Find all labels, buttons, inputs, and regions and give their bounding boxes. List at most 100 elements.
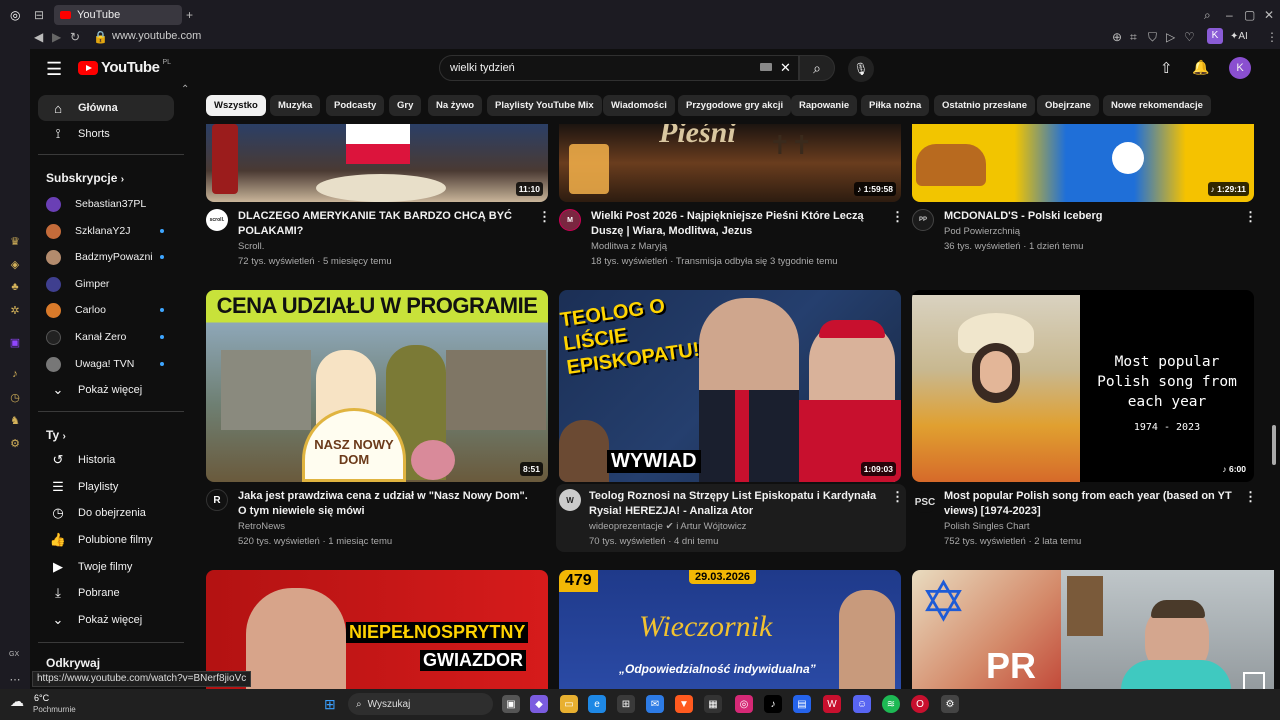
- nav-liked[interactable]: 👍 Polubione filmy: [38, 527, 174, 553]
- sub-item[interactable]: Uwaga! TVN: [38, 351, 174, 377]
- channel-avatar[interactable]: R: [206, 489, 228, 511]
- nav-shorts[interactable]: ⟟ Shorts: [38, 121, 174, 147]
- sub-item[interactable]: Carloo: [38, 297, 174, 323]
- channel-name[interactable]: Modlitwa z Maryją: [591, 239, 667, 254]
- chip[interactable]: Wszystko: [206, 95, 266, 116]
- voice-search-button[interactable]: 🎙: [848, 56, 874, 82]
- more-icon[interactable]: ⋮: [1266, 30, 1278, 44]
- steam-icon[interactable]: ⚙: [941, 695, 959, 713]
- video-title[interactable]: DLACZEGO AMERYKANIE TAK BARDZO CHCĄ BYĆ …: [238, 209, 528, 239]
- twitch-icon[interactable]: ▣: [8, 336, 22, 350]
- address-bar[interactable]: www.youtube.com: [112, 30, 201, 42]
- video-thumbnail[interactable]: TEOLOG O LIŚCIE EPISKOPATU! WYWIAD 1:09:…: [559, 290, 901, 482]
- play-icon[interactable]: ▷: [1166, 30, 1175, 44]
- chip[interactable]: Muzyka: [270, 95, 321, 116]
- instagram-icon[interactable]: ◎: [735, 695, 753, 713]
- channel-name[interactable]: wideoprezentacje ✔ i Artur Wójtowicz: [589, 519, 746, 534]
- discord-icon[interactable]: ☺: [853, 695, 871, 713]
- opera-icon[interactable]: O: [911, 695, 929, 713]
- shield-icon[interactable]: ⛉: [1148, 30, 1157, 44]
- scrollbar-thumb[interactable]: [1272, 425, 1276, 465]
- video-thumbnail[interactable]: 11:10: [206, 124, 548, 202]
- channel-avatar[interactable]: scroll.: [206, 209, 228, 231]
- brave-icon[interactable]: ▼: [675, 695, 693, 713]
- chip[interactable]: Wiadomości: [603, 95, 675, 116]
- chip[interactable]: Ostatnio przesłane: [934, 95, 1035, 116]
- news-icon[interactable]: W: [823, 695, 841, 713]
- show-more-subs[interactable]: ⌄ Pokaż więcej: [38, 377, 174, 403]
- sub-item[interactable]: Gimper: [38, 271, 174, 297]
- notifications-bell-icon[interactable]: 🔔: [1192, 59, 1209, 76]
- ai-button[interactable]: ✦AI: [1230, 30, 1248, 44]
- tab-menu-icon[interactable]: ⊟: [34, 8, 44, 22]
- subscriptions-heading[interactable]: Subskrypcje ›: [46, 171, 124, 185]
- youtube-logo[interactable]: YouTube PL: [78, 59, 171, 76]
- show-more-you[interactable]: ⌄ Pokaż więcej: [38, 607, 174, 633]
- channel-name[interactable]: RetroNews: [238, 519, 285, 534]
- channel-avatar[interactable]: W: [559, 489, 581, 511]
- video-title[interactable]: Teolog Roznosi na Strzępy List Episkopat…: [589, 489, 885, 519]
- clear-search-icon[interactable]: ✕: [780, 60, 791, 76]
- chip[interactable]: Na żywo: [428, 95, 483, 116]
- sidebar-game-icon[interactable]: ♛: [8, 235, 22, 249]
- sidebar-clock-icon[interactable]: ◷: [8, 391, 22, 405]
- nav-downloads[interactable]: ⤓ Pobrane: [38, 580, 174, 606]
- sidebar-compass-icon[interactable]: ◈: [8, 258, 22, 272]
- keyboard-icon[interactable]: [760, 63, 772, 71]
- video-thumbnail[interactable]: ✡ PR: [912, 570, 1062, 689]
- account-avatar[interactable]: K: [1229, 57, 1251, 79]
- sub-item[interactable]: SzklanaY2J: [38, 218, 174, 244]
- channel-avatar[interactable]: PP: [912, 209, 934, 231]
- chip[interactable]: Przygodowe gry akcji: [678, 95, 792, 116]
- channel-name[interactable]: Scroll.: [238, 239, 264, 254]
- task-view-icon[interactable]: ▣: [502, 695, 520, 713]
- nav-playlists[interactable]: ☰ Playlisty: [38, 474, 174, 500]
- video-menu-icon[interactable]: ⋮: [891, 209, 904, 225]
- maximize-icon[interactable]: ▢: [1244, 8, 1255, 22]
- upload-icon[interactable]: ⇧: [1160, 59, 1173, 77]
- snapshot-icon[interactable]: ⌗: [1130, 30, 1137, 44]
- tab-youtube[interactable]: YouTube: [54, 5, 182, 25]
- heart-icon[interactable]: ♡: [1184, 30, 1195, 44]
- edge-icon[interactable]: e: [588, 695, 606, 713]
- sub-item[interactable]: BadzmyPowazni: [38, 244, 174, 270]
- channel-name[interactable]: Pod Powierzchnią: [944, 224, 1020, 239]
- hamburger-menu-icon[interactable]: ☰: [46, 59, 62, 80]
- nav-home[interactable]: ⌂ Główna: [38, 95, 174, 121]
- sidebar-settings-icon[interactable]: ⚙: [8, 437, 22, 451]
- app-icon[interactable]: ▦: [704, 695, 722, 713]
- chip[interactable]: Playlisty YouTube Mix: [487, 95, 602, 116]
- explorer-icon[interactable]: ▭: [560, 695, 578, 713]
- chips-scroll-up-icon[interactable]: ⌃: [181, 84, 189, 95]
- channel-avatar[interactable]: PSC: [912, 491, 938, 513]
- close-window-icon[interactable]: ✕: [1264, 8, 1274, 22]
- video-title[interactable]: MCDONALD'S - Polski Iceberg: [944, 209, 1234, 224]
- sidebar-bug-icon[interactable]: ♞: [8, 414, 22, 428]
- chip[interactable]: Obejrzane: [1037, 95, 1099, 116]
- sidebar-tool-icon[interactable]: ♪: [8, 368, 22, 382]
- taskbar-search[interactable]: ⌕ Wyszukaj: [348, 693, 493, 715]
- sub-item[interactable]: Kanał Zero: [38, 324, 174, 350]
- sidebar-more-icon[interactable]: ⋯: [8, 673, 22, 687]
- sidebar-bag-icon[interactable]: ♣: [8, 281, 22, 295]
- video-title[interactable]: Most popular Polish song from each year …: [944, 489, 1234, 519]
- tiktok-icon[interactable]: ♪: [764, 695, 782, 713]
- chip[interactable]: Nowe rekomendacje: [1103, 95, 1211, 116]
- calculator-icon[interactable]: ▤: [793, 695, 811, 713]
- chip[interactable]: Piłka nożna: [861, 95, 930, 116]
- chip[interactable]: Rapowanie: [791, 95, 858, 116]
- video-title[interactable]: Jaka jest prawdziwa cena z udział w "Nas…: [238, 489, 534, 519]
- video-thumbnail[interactable]: 479 29.03.2026 Wieczornik „Odpowiedzialn…: [559, 570, 901, 689]
- opera-gx-icon[interactable]: ◎: [10, 8, 20, 22]
- nav-your-videos[interactable]: ▶ Twoje filmy: [38, 554, 174, 580]
- video-title[interactable]: Wielki Post 2026 - Najpiękniejsze Pieśni…: [591, 209, 887, 239]
- search-tabs-icon[interactable]: ⌕: [1204, 8, 1211, 22]
- channel-name[interactable]: Polish Singles Chart: [944, 519, 1030, 534]
- chip[interactable]: Podcasty: [326, 95, 385, 116]
- spotify-icon[interactable]: ≋: [882, 695, 900, 713]
- chip[interactable]: Gry: [389, 95, 422, 116]
- video-menu-icon[interactable]: ⋮: [538, 209, 551, 225]
- search-button[interactable]: ⌕: [799, 55, 835, 81]
- forward-icon[interactable]: ▶: [52, 30, 61, 44]
- weather-icon[interactable]: ☁: [10, 693, 24, 710]
